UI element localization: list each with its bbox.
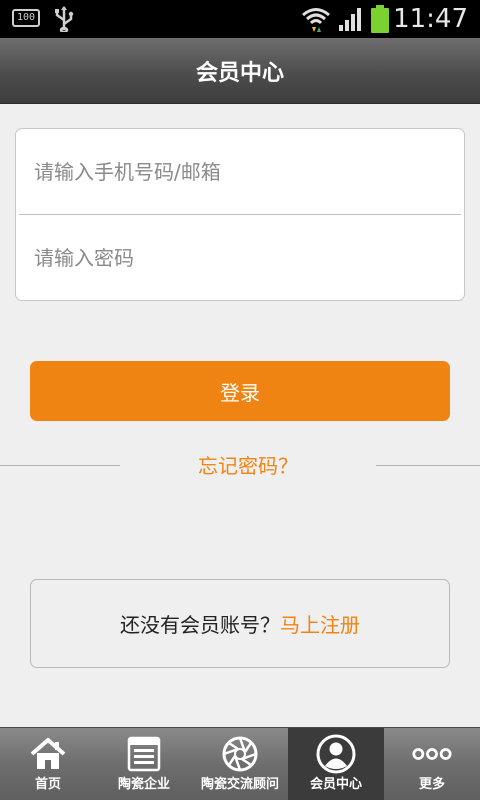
page-title: 会员中心 [195, 60, 284, 86]
home-icon [30, 738, 66, 769]
tab-label: 陶瓷交流顾问 [200, 777, 279, 792]
password-input[interactable] [34, 245, 454, 270]
register-box: 还没有会员账号？ 马上注册 [30, 579, 450, 668]
forgot-divider-right [376, 465, 480, 466]
status-bar: 100 11:47 [0, 0, 480, 38]
phone-email-input[interactable] [34, 159, 454, 184]
password-field [16, 215, 464, 300]
tab-more[interactable]: 更多 [384, 728, 480, 800]
document-list-icon [127, 736, 161, 772]
login-button[interactable]: 登录 [30, 361, 450, 421]
wifi-icon [302, 8, 330, 32]
more-dots-icon [412, 748, 452, 760]
forgot-divider-left [0, 465, 120, 466]
tab-label: 会员中心 [309, 777, 362, 792]
tab-member-center[interactable]: 会员中心 [288, 728, 384, 800]
battery-level-indicator: 100 [12, 9, 40, 27]
register-link[interactable]: 马上注册 [280, 609, 360, 638]
battery-icon [371, 5, 389, 33]
usb-icon [55, 6, 74, 32]
signal-strength-icon [339, 8, 361, 31]
login-form [15, 128, 465, 301]
tab-ceramic-companies[interactable]: 陶瓷企业 [96, 728, 192, 800]
user-icon [316, 734, 356, 774]
tab-home[interactable]: 首页 [0, 728, 96, 800]
tab-label: 陶瓷企业 [117, 777, 170, 792]
phone-email-field [16, 129, 464, 214]
login-screen: 100 11:47 会员中心 请输入手机号码/邮箱 登录 忘记密码？ 还没有会员… [0, 0, 480, 800]
tab-label: 更多 [418, 777, 445, 792]
bottom-tab-bar: 首页 陶瓷企业 陶瓷交流顾问 会员中心 更多 [0, 727, 480, 800]
header-bar: 会员中心 [0, 38, 480, 104]
aperture-icon [222, 736, 258, 772]
status-time: 11:47 [393, 4, 468, 34]
tab-label: 首页 [34, 777, 61, 792]
forgot-password-link[interactable]: 忘记密码？ [120, 450, 376, 482]
tab-ceramic-consultant[interactable]: 陶瓷交流顾问 [192, 728, 288, 800]
register-prompt: 还没有会员账号？ [120, 613, 280, 637]
